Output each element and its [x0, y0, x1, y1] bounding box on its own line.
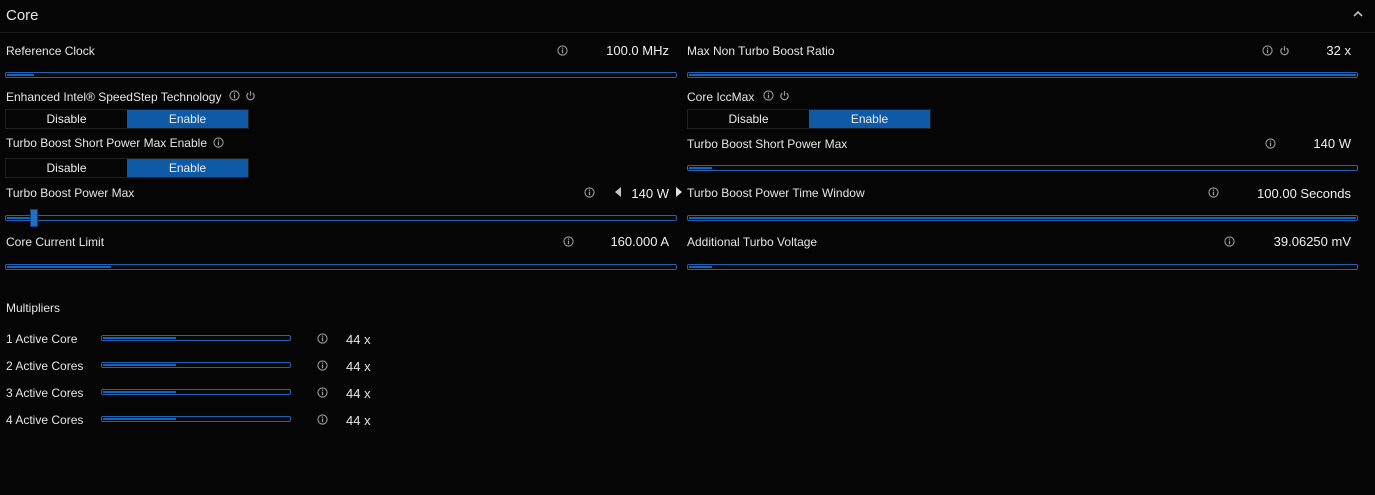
time-window-label: Turbo Boost Power Time Window: [687, 186, 865, 200]
iccmax-toggle: Disable Enable: [687, 109, 931, 129]
increase-arrow-icon[interactable]: [676, 187, 682, 197]
multiplier-label: 3 Active Cores: [6, 386, 84, 400]
info-icon[interactable]: [317, 360, 328, 371]
speedstep-toggle: Disable Enable: [5, 109, 249, 129]
reference-clock-value: 100.0 MHz: [606, 43, 669, 58]
power-icon: [245, 90, 256, 101]
multiplier-slider[interactable]: [101, 335, 291, 341]
current-limit-label: Core Current Limit: [6, 235, 105, 249]
slider-fill: [103, 364, 176, 366]
iccmax-label: Core IccMax: [687, 90, 755, 104]
multiplier-slider[interactable]: [101, 389, 291, 395]
slider-fill: [7, 266, 111, 268]
power-icon: [779, 90, 790, 101]
turbo-voltage-slider[interactable]: [687, 264, 1358, 270]
info-icon[interactable]: [317, 387, 328, 398]
multiplier-value: 44 x: [346, 359, 371, 374]
short-power-enable-label: Turbo Boost Short Power Max Enable: [6, 136, 207, 150]
info-icon[interactable]: [229, 90, 240, 101]
slider-fill: [689, 74, 1356, 76]
turbo-voltage-value: 39.06250 mV: [1273, 234, 1351, 249]
power-max-value: 140 W: [631, 186, 669, 201]
slider-fill: [7, 74, 34, 76]
chevron-up-icon[interactable]: [1351, 7, 1365, 21]
speedstep-disable-button[interactable]: Disable: [6, 110, 127, 128]
decrease-arrow-icon[interactable]: [615, 187, 621, 197]
slider-fill: [689, 167, 713, 169]
info-icon[interactable]: [1262, 45, 1273, 56]
short-power-disable-button[interactable]: Disable: [6, 159, 127, 177]
non-turbo-ratio-label: Max Non Turbo Boost Ratio: [687, 44, 835, 58]
slider-fill: [689, 266, 713, 268]
short-power-enable-toggle: Disable Enable: [5, 158, 249, 178]
info-icon[interactable]: [557, 45, 568, 56]
info-icon[interactable]: [1224, 236, 1235, 247]
info-icon[interactable]: [213, 137, 224, 148]
multiplier-value: 44 x: [346, 386, 371, 401]
power-max-slider-thumb[interactable]: [30, 209, 38, 227]
short-power-max-value: 140 W: [1313, 136, 1351, 151]
slider-fill: [103, 418, 176, 420]
short-power-max-label: Turbo Boost Short Power Max: [687, 137, 848, 151]
current-limit-value: 160.000 A: [610, 234, 669, 249]
multiplier-slider[interactable]: [101, 362, 291, 368]
turbo-voltage-label: Additional Turbo Voltage: [687, 235, 818, 249]
multiplier-label: 1 Active Core: [6, 332, 78, 346]
speedstep-enable-button[interactable]: Enable: [127, 110, 248, 128]
current-limit-slider[interactable]: [5, 264, 677, 270]
multiplier-value: 44 x: [346, 332, 371, 347]
multiplier-label: 4 Active Cores: [6, 413, 84, 427]
info-icon[interactable]: [317, 414, 328, 425]
reference-clock-slider[interactable]: [5, 72, 677, 78]
time-window-value: 100.00 Seconds: [1257, 186, 1351, 201]
multiplier-value: 44 x: [346, 413, 371, 428]
power-max-slider[interactable]: [5, 215, 677, 221]
multiplier-label: 2 Active Cores: [6, 359, 84, 373]
multipliers-heading: Multipliers: [6, 301, 61, 315]
info-icon[interactable]: [1208, 187, 1219, 198]
info-icon[interactable]: [1265, 138, 1276, 149]
short-power-enable-button[interactable]: Enable: [127, 159, 248, 177]
iccmax-enable-button[interactable]: Enable: [809, 110, 930, 128]
slider-fill: [689, 217, 1356, 219]
iccmax-disable-button[interactable]: Disable: [688, 110, 809, 128]
info-icon[interactable]: [584, 187, 595, 198]
multiplier-slider[interactable]: [101, 416, 291, 422]
slider-fill: [103, 337, 176, 339]
time-window-slider[interactable]: [687, 215, 1358, 221]
non-turbo-ratio-value: 32 x: [1326, 43, 1351, 58]
power-max-label: Turbo Boost Power Max: [6, 186, 135, 200]
reference-clock-label: Reference Clock: [6, 44, 95, 58]
section-title: Core: [6, 7, 39, 24]
short-power-max-slider[interactable]: [687, 165, 1358, 171]
info-icon[interactable]: [563, 236, 574, 247]
non-turbo-ratio-slider[interactable]: [687, 72, 1358, 78]
power-icon: [1279, 45, 1290, 56]
section-header: Core: [0, 0, 1375, 33]
info-icon[interactable]: [763, 90, 774, 101]
slider-fill: [103, 391, 176, 393]
info-icon[interactable]: [317, 333, 328, 344]
speedstep-label: Enhanced Intel® SpeedStep Technology: [6, 90, 222, 104]
